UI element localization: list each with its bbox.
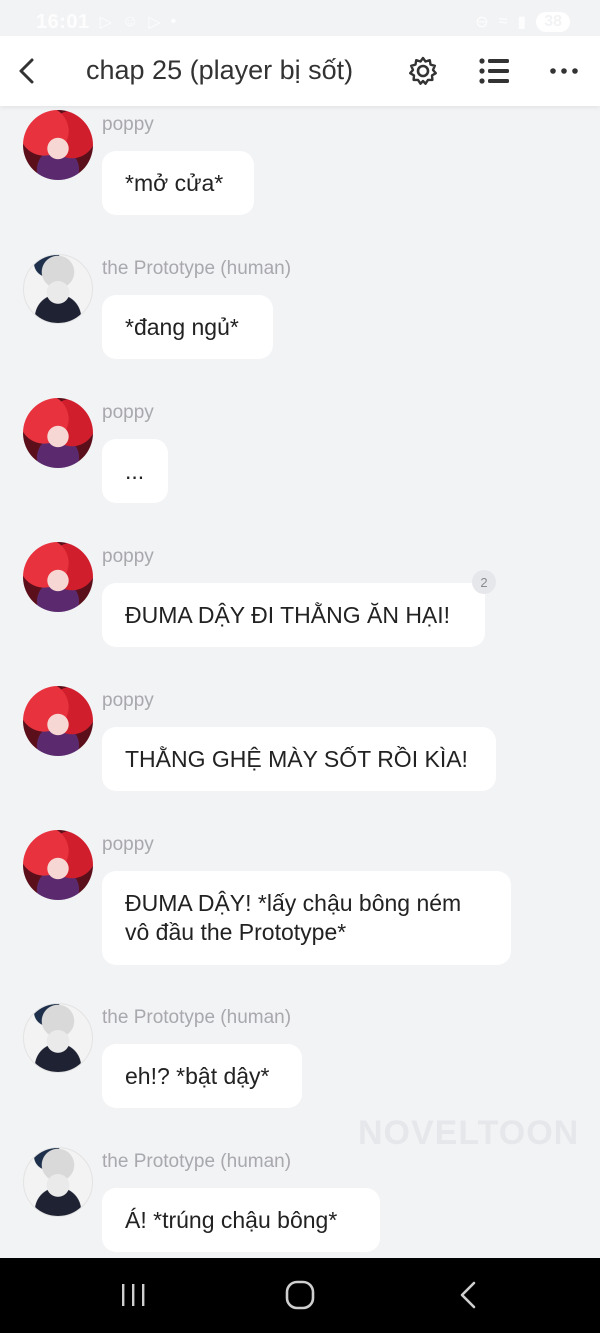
recent-apps-icon[interactable] (118, 1282, 148, 1308)
message-bubble[interactable]: *đang ngủ* (102, 295, 273, 359)
list-icon[interactable] (478, 56, 510, 86)
back-icon[interactable] (456, 1280, 480, 1310)
message-bubble[interactable]: eh!? *bật dậy* (102, 1044, 302, 1108)
avatar-prototype[interactable] (23, 254, 93, 324)
sender-name: the Prototype (human) (102, 258, 292, 279)
sender-name: poppy (102, 402, 154, 423)
noveltoon-watermark: NOVELTOON (358, 1114, 580, 1152)
play-icon: ▷ (148, 14, 161, 31)
page-title: chap 25 (player bị sốt) (86, 55, 354, 85)
wifi-icon: ≈ (498, 13, 508, 30)
sender-name: poppy (102, 690, 154, 711)
back-arrow-icon[interactable] (14, 54, 44, 88)
game-icon: ☺ (121, 13, 139, 30)
avatar-poppy[interactable] (23, 686, 93, 756)
avatar-prototype[interactable] (23, 1147, 93, 1217)
dot-icon: • (170, 13, 177, 30)
message-bubble[interactable]: Á! *trúng chậu bông* (102, 1188, 380, 1252)
message-bubble[interactable]: *mở cửa* (102, 151, 254, 215)
home-icon[interactable] (284, 1279, 316, 1311)
battery-indicator: 38 (536, 12, 570, 32)
message-bubble[interactable]: ĐUMA DẬY! *lấy chậu bông ném vô đầu the … (102, 871, 511, 965)
gear-icon[interactable] (407, 55, 439, 87)
avatar-poppy[interactable] (23, 398, 93, 468)
status-time: 16:01 (36, 10, 90, 33)
more-icon[interactable] (548, 58, 580, 84)
chapter-header: chap 25 (player bị sốt) (0, 36, 600, 106)
sender-name: poppy (102, 546, 154, 567)
avatar-poppy[interactable] (23, 830, 93, 900)
comment-count-badge[interactable]: 2 (472, 570, 496, 594)
do-not-disturb-icon: ⊖ (475, 14, 489, 31)
play-store-icon: ▷ (99, 14, 112, 31)
system-nav-bar (0, 1258, 600, 1333)
message-list: poppy *mở cửa* the Prototype (human) *đa… (0, 0, 600, 1258)
message-bubble[interactable]: ĐUMA DẬY ĐI THẰNG ĂN HẠI! (102, 583, 485, 647)
sender-name: the Prototype (human) (102, 1007, 292, 1028)
message-bubble[interactable]: THẰNG GHỆ MÀY SỐT RỒI KÌA! (102, 727, 496, 791)
avatar-poppy[interactable] (23, 542, 93, 612)
message-bubble[interactable]: ... (102, 439, 168, 503)
sender-name: poppy (102, 114, 154, 135)
avatar-poppy[interactable] (23, 110, 93, 180)
signal-icon: ▮ (517, 14, 527, 31)
avatar-prototype[interactable] (23, 1003, 93, 1073)
sender-name: poppy (102, 834, 154, 855)
sender-name: the Prototype (human) (102, 1151, 292, 1172)
